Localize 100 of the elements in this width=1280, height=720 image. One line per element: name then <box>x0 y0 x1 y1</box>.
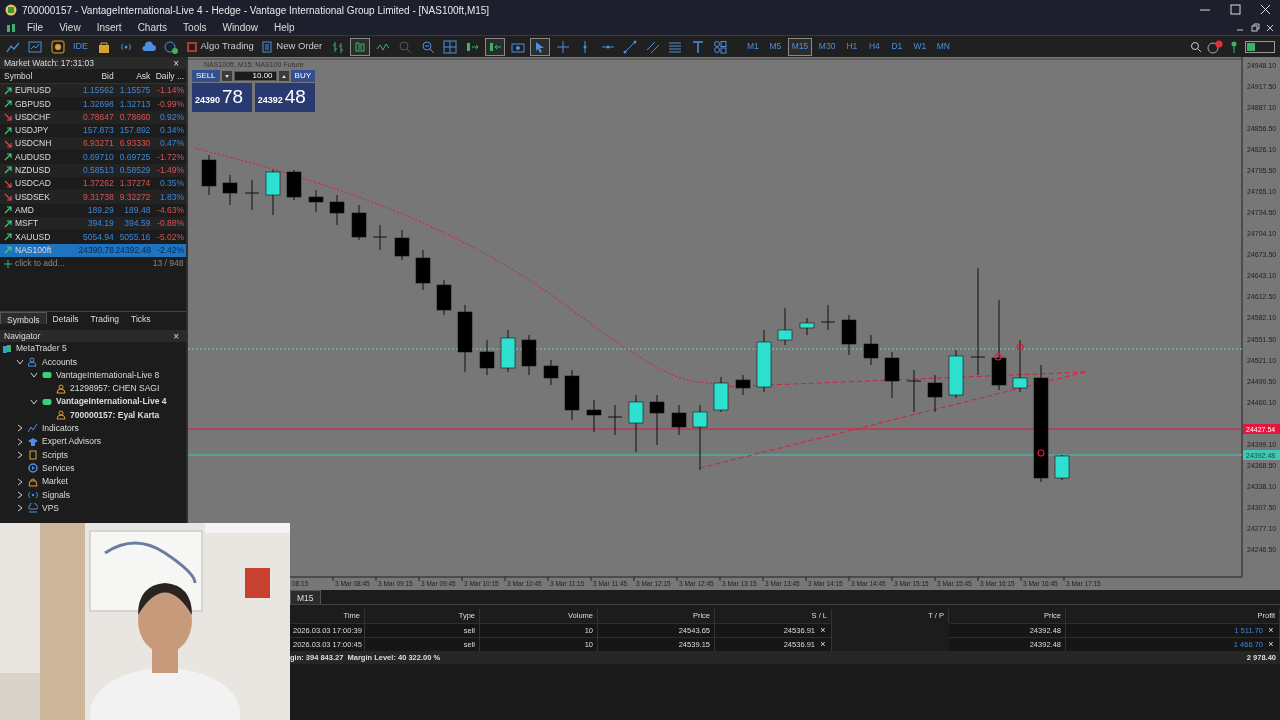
tree-item[interactable]: 21298957: CHEN SAGI <box>70 382 160 395</box>
tree-item[interactable]: Signals <box>42 488 70 502</box>
close-position-button[interactable]: × <box>1267 639 1275 650</box>
chart-tab[interactable]: M15 <box>290 590 321 604</box>
maximize-icon[interactable] <box>1227 2 1243 18</box>
tree-item[interactable]: Scripts <box>42 448 68 462</box>
cursor-button[interactable] <box>530 37 551 56</box>
timeframe-button[interactable]: MN <box>932 37 954 56</box>
text-icon[interactable] <box>690 39 705 54</box>
panel-tab[interactable]: Trading <box>84 312 126 324</box>
candle <box>671 404 687 436</box>
candlestick-button[interactable] <box>350 37 371 56</box>
symbol-row[interactable]: NZDUSD 0.58513 0.58529 -1.49% <box>0 163 186 178</box>
buy-price: 24392 48 <box>254 83 315 112</box>
timeframe-button[interactable]: H1 <box>841 37 862 56</box>
panel-tab[interactable]: Details <box>46 312 85 324</box>
menu-item[interactable]: Charts <box>129 20 176 35</box>
clear-button[interactable]: × <box>819 639 827 650</box>
line-chart-icon <box>28 423 38 434</box>
new-order-button[interactable]: New Order <box>259 37 326 56</box>
tree-item[interactable]: Accounts <box>42 355 77 369</box>
menu-item[interactable]: File <box>19 20 52 35</box>
symbol-row[interactable]: EURUSD 1.15562 1.15575 -1.14% <box>0 84 186 98</box>
tree-item[interactable]: Indicators <box>42 422 79 435</box>
tree-item[interactable]: MetaTrader 5 <box>16 342 67 355</box>
timeframe-button[interactable]: W1 <box>909 37 931 56</box>
timeframe-button[interactable]: M1 <box>742 37 763 56</box>
tree-item[interactable]: Expert Advisors <box>42 435 102 449</box>
timeframe-button[interactable]: D1 <box>886 37 907 56</box>
clear-button[interactable]: × <box>819 625 827 636</box>
candle <box>394 229 410 261</box>
panel-tab[interactable]: Symbols <box>0 312 47 324</box>
candle <box>286 169 302 201</box>
symbol-row[interactable]: NAS100ft 24390.78 24392.48 -2.42% <box>0 243 186 257</box>
column-header[interactable]: Symbol <box>0 69 80 83</box>
algo-trading-button[interactable]: Algo Trading <box>183 37 257 56</box>
panel-tab[interactable]: Ticks <box>125 312 157 324</box>
symbol-row[interactable]: GBPUSD 1.32698 1.32713 -0.99% <box>0 97 186 111</box>
tree-item[interactable]: 700000157: Eyal Karta <box>70 408 160 422</box>
candle <box>607 404 623 436</box>
sell-button[interactable]: SELL <box>192 70 220 82</box>
column-header[interactable]: Daily ... <box>152 69 186 83</box>
notification-icon[interactable] <box>1207 39 1223 54</box>
bid-price: 0.69710 <box>82 150 115 164</box>
shapes-icon[interactable] <box>713 39 728 54</box>
timeframe-button[interactable]: M5 <box>765 37 786 56</box>
tree-item[interactable]: Market <box>42 475 68 488</box>
column-header[interactable]: Ask <box>115 69 153 83</box>
search-icon[interactable] <box>1190 40 1202 53</box>
tree-item[interactable]: VantageInternational-Live 4 <box>56 395 167 409</box>
basket-icon <box>28 476 38 487</box>
menu-item[interactable]: Insert <box>88 20 130 35</box>
tree-item[interactable]: VPS <box>42 501 59 515</box>
symbol-row[interactable]: USDJPY 157.873 157.892 0.34% <box>0 123 186 138</box>
cloud-icon[interactable] <box>141 39 156 54</box>
symbol-row[interactable]: USDCNH 6.93271 6.93330 0.47% <box>0 137 186 151</box>
cloud-icon <box>28 503 38 514</box>
autoscroll-button[interactable] <box>485 37 506 56</box>
chart-close-icon[interactable] <box>1265 22 1275 33</box>
channel-icon[interactable] <box>645 39 660 54</box>
symbol-row[interactable]: AMD 189.29 189.48 -4.63% <box>0 203 186 217</box>
window-chart-icon[interactable] <box>28 39 42 54</box>
add-symbol-link[interactable]: click to add... <box>15 257 65 270</box>
add-icon[interactable] <box>4 259 12 268</box>
volume-field[interactable]: 10.00 <box>233 71 277 81</box>
close-button[interactable]: × <box>170 57 182 69</box>
timeframe-button[interactable]: M30 <box>814 37 840 56</box>
menu-item[interactable]: View <box>51 20 89 35</box>
buy-button[interactable]: BUY <box>290 70 315 82</box>
trendline-icon[interactable] <box>623 39 638 54</box>
bid-price: 0.58513 <box>82 164 115 177</box>
symbol-row[interactable]: USDCHF 0.78647 0.78660 0.92% <box>0 110 186 124</box>
menu-item[interactable]: Help <box>266 20 303 35</box>
close-button[interactable]: × <box>170 330 182 342</box>
bar-chart-icon[interactable] <box>330 39 345 54</box>
ide-button[interactable]: IDE <box>70 37 91 56</box>
panel-title: Navigator <box>4 329 41 343</box>
column-header[interactable]: Bid <box>79 69 116 83</box>
symbol-row[interactable]: MSFT 394.19 394.59 -0.88% <box>0 216 186 231</box>
timeframe-button[interactable]: M15 <box>787 37 813 56</box>
decrease-button[interactable] <box>221 71 232 81</box>
timeframe-button[interactable]: H4 <box>864 37 885 56</box>
chart-restore-icon[interactable] <box>1250 22 1260 33</box>
symbol-row[interactable]: XAUUSD 5054.94 5055.16 -5.02% <box>0 230 186 244</box>
bid-price: 24390.78 <box>78 243 116 257</box>
tree-item[interactable]: VantageInternational-Live 8 <box>56 368 160 382</box>
symbol-row[interactable]: AUDUSD 0.69710 0.69725 -1.72% <box>0 150 186 164</box>
menu-item[interactable]: Tools <box>175 20 215 35</box>
increase-button[interactable] <box>278 71 289 81</box>
server-icon <box>42 370 52 381</box>
connection-status-icon[interactable] <box>1245 40 1275 53</box>
grid-icon[interactable] <box>443 39 458 54</box>
menu-item[interactable]: Window <box>214 20 267 35</box>
close-position-button[interactable]: × <box>1267 625 1275 636</box>
daily-change: 0.47% <box>158 137 185 151</box>
zoom-out-icon[interactable] <box>420 39 435 54</box>
symbol-row[interactable]: USDSEK 9.31738 9.32272 1.83% <box>0 190 186 204</box>
symbol-row[interactable]: USDCAD 1.37262 1.37274 0.35% <box>0 177 186 191</box>
tree-item[interactable]: Services <box>42 461 75 475</box>
bag-icon[interactable] <box>96 39 111 54</box>
